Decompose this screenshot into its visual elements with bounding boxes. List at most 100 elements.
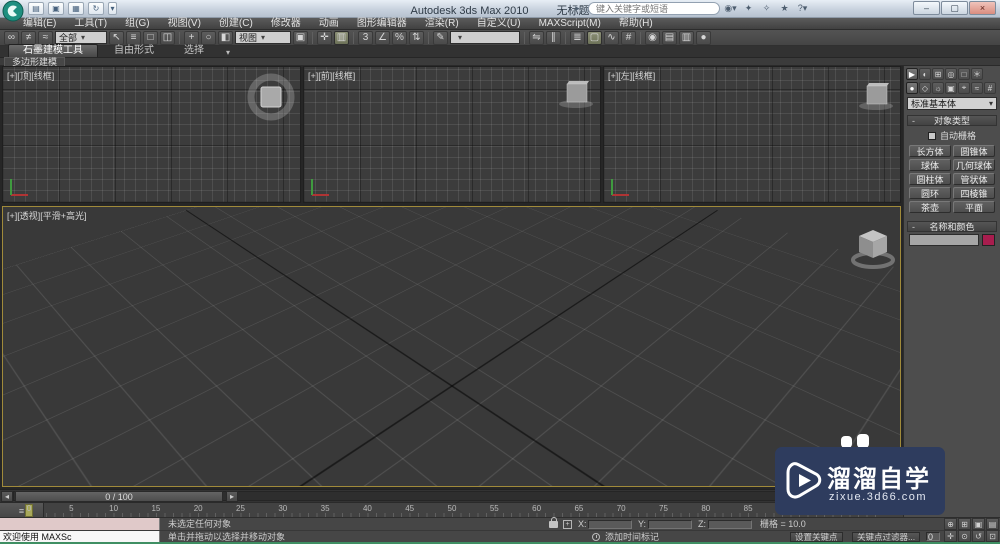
menu-item-5[interactable]: 修改器 xyxy=(262,18,310,30)
select-and-rotate-icon[interactable]: ○ xyxy=(201,30,216,45)
reference-coordinate-dropdown[interactable]: 视图 ▾ xyxy=(235,31,291,44)
align-icon[interactable]: ∥ xyxy=(546,30,561,45)
viewcube-left-icon[interactable] xyxy=(854,79,898,115)
z-coordinate-field[interactable] xyxy=(708,520,752,529)
subscription-icon[interactable]: ✦ xyxy=(741,2,756,15)
y-coordinate-field[interactable] xyxy=(648,520,692,529)
viewport-top-label[interactable]: [+][顶][线框] xyxy=(7,69,54,82)
set-key-button[interactable]: 设置关键点 xyxy=(790,532,843,542)
menu-item-3[interactable]: 视图(V) xyxy=(159,18,210,30)
geometry-category-icon[interactable]: ● xyxy=(906,82,918,94)
ribbon-tab-0[interactable]: 石墨建模工具 xyxy=(8,44,98,57)
viewport-left[interactable]: [+][左][线框] xyxy=(603,66,901,203)
display-tab-icon[interactable]: □ xyxy=(958,68,970,80)
zoom-extents-icon[interactable]: ▣ xyxy=(972,518,985,530)
select-by-name-icon[interactable]: ≡ xyxy=(126,30,141,45)
menu-item-7[interactable]: 图形编辑器 xyxy=(348,18,416,30)
mini-curve-editor-button[interactable]: ≡ xyxy=(0,503,44,518)
zoom-extents-all-icon[interactable]: ▤ xyxy=(986,518,999,530)
app-logo-icon[interactable] xyxy=(2,0,24,22)
viewcube-front-icon[interactable] xyxy=(554,77,598,113)
viewport-top[interactable]: [+][顶][线框] xyxy=(2,66,301,203)
object-button[interactable]: 管状体 xyxy=(953,173,995,185)
selection-lock-icon[interactable] xyxy=(549,517,558,528)
menu-item-1[interactable]: 工具(T) xyxy=(65,18,116,30)
ribbon-tab-1[interactable]: 自由形式 xyxy=(100,45,168,57)
hierarchy-tab-icon[interactable]: ⊞ xyxy=(932,68,944,80)
object-name-field[interactable] xyxy=(909,234,979,246)
previous-frame-arrow[interactable]: ◂ xyxy=(1,491,13,502)
named-selection-sets-dropdown[interactable]: ▾ xyxy=(450,31,520,44)
rectangular-selection-region-icon[interactable]: □ xyxy=(143,30,158,45)
zoom-all-icon[interactable]: ⊞ xyxy=(958,518,971,530)
object-button[interactable]: 几何球体 xyxy=(953,159,995,171)
unlink-selection-icon[interactable]: ≠ xyxy=(21,30,36,45)
utilities-tab-icon[interactable]: ＊ xyxy=(971,68,983,80)
shapes-category-icon[interactable]: ◇ xyxy=(919,82,931,94)
object-button[interactable]: 茶壶 xyxy=(909,201,951,213)
rendered-frame-window-icon[interactable]: ▥ xyxy=(679,30,694,45)
menu-item-9[interactable]: 自定义(U) xyxy=(468,18,530,30)
object-type-rollout-header[interactable]: - 对象类型 xyxy=(907,115,997,126)
zoom-icon[interactable]: ⊕ xyxy=(944,518,957,530)
object-button[interactable]: 圆柱体 xyxy=(909,173,951,185)
spinner-snap-icon[interactable]: ⇅ xyxy=(409,30,424,45)
layer-manager-icon[interactable]: ≣ xyxy=(570,30,585,45)
track-bar[interactable]: ≡ 05101520253035404550556065707580859095… xyxy=(0,502,903,518)
viewcube-perspective-icon[interactable] xyxy=(845,222,901,274)
object-button[interactable]: 圆锥体 xyxy=(953,145,995,157)
select-and-link-icon[interactable]: ∞ xyxy=(4,30,19,45)
menu-item-2[interactable]: 组(G) xyxy=(116,18,158,30)
help-icon[interactable]: ?▾ xyxy=(795,2,810,15)
systems-category-icon[interactable]: # xyxy=(984,82,996,94)
primitive-category-dropdown[interactable]: 标准基本体 ▾ xyxy=(907,97,997,110)
next-frame-arrow[interactable]: ▸ xyxy=(226,491,238,502)
walkthrough-icon[interactable]: ↺ xyxy=(972,530,985,542)
lights-category-icon[interactable]: ☼ xyxy=(932,82,944,94)
object-button[interactable]: 球体 xyxy=(909,159,951,171)
viewport-front-label[interactable]: [+][前][线框] xyxy=(308,69,355,82)
keyboard-shortcut-override-icon[interactable]: ▥ xyxy=(334,30,349,45)
viewport-left-label[interactable]: [+][左][线框] xyxy=(608,69,655,82)
viewport-front[interactable]: [+][前][线框] xyxy=(303,66,601,203)
object-button[interactable]: 四棱锥 xyxy=(953,187,995,199)
selection-filter-dropdown[interactable]: 全部 ▾ xyxy=(55,31,107,44)
render-setup-icon[interactable]: ▤ xyxy=(662,30,677,45)
infocenter-search-input[interactable] xyxy=(588,2,720,15)
select-and-move-icon[interactable]: + xyxy=(184,30,199,45)
absolute-mode-icon[interactable]: + xyxy=(563,520,572,529)
cameras-category-icon[interactable]: ▣ xyxy=(945,82,957,94)
orbit-icon[interactable]: ⊙ xyxy=(958,530,971,542)
ribbon-tab-2[interactable]: 选择 xyxy=(170,45,218,57)
modify-tab-icon[interactable]: ◐ xyxy=(919,68,931,80)
ribbon-tabs-caret-icon[interactable]: ▾ xyxy=(220,48,236,57)
select-manipulate-icon[interactable]: ✛ xyxy=(317,30,332,45)
viewcube-top-icon[interactable] xyxy=(244,72,298,122)
create-tab-icon[interactable]: ▶ xyxy=(906,68,918,80)
curve-editor-icon[interactable]: ∿ xyxy=(604,30,619,45)
select-and-scale-icon[interactable]: ◧ xyxy=(218,30,233,45)
percent-snap-icon[interactable]: % xyxy=(392,30,407,45)
pan-icon[interactable]: ✛ xyxy=(944,530,957,542)
menu-item-6[interactable]: 动画 xyxy=(310,18,348,30)
bind-to-space-warp-icon[interactable]: ≈ xyxy=(38,30,53,45)
menu-item-8[interactable]: 渲染(R) xyxy=(416,18,468,30)
close-button[interactable]: × xyxy=(969,1,996,15)
infocenter-search-icon[interactable]: ◉▾ xyxy=(723,2,738,15)
viewport-perspective[interactable]: [+][透视][平滑+高光] xyxy=(2,206,901,487)
object-button[interactable]: 圆环 xyxy=(909,187,951,199)
object-button[interactable]: 平面 xyxy=(953,201,995,213)
object-color-swatch[interactable] xyxy=(982,234,995,246)
helpers-category-icon[interactable]: ⌖ xyxy=(958,82,970,94)
maximize-button[interactable]: ▢ xyxy=(941,1,968,15)
maximize-viewport-icon[interactable]: ⊡ xyxy=(986,530,999,542)
edit-named-sets-icon[interactable]: ✎ xyxy=(433,30,448,45)
menu-item-4[interactable]: 创建(C) xyxy=(210,18,262,30)
x-coordinate-field[interactable] xyxy=(588,520,632,529)
use-pivot-center-icon[interactable]: ▣ xyxy=(293,30,308,45)
autogrid-checkbox[interactable] xyxy=(927,131,936,140)
angle-snap-icon[interactable]: ∠ xyxy=(375,30,390,45)
window-crossing-icon[interactable]: ◫ xyxy=(160,30,175,45)
motion-tab-icon[interactable]: ◎ xyxy=(945,68,957,80)
schematic-view-icon[interactable]: # xyxy=(621,30,636,45)
